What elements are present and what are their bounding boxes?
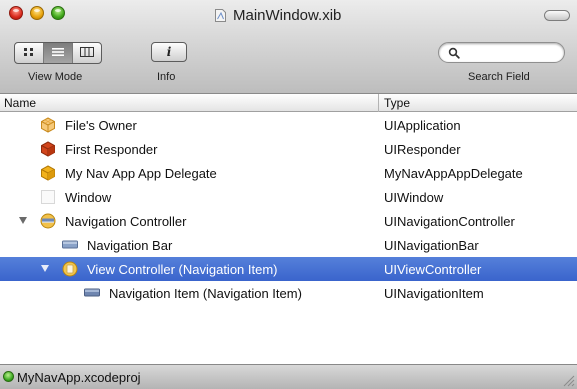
yellow-cube-icon bbox=[40, 165, 56, 181]
column-header-name[interactable]: Name bbox=[4, 96, 36, 110]
project-name[interactable]: MyNavApp.xcodeproj bbox=[17, 370, 141, 385]
cube-outline-icon bbox=[40, 117, 56, 133]
grid-icon bbox=[23, 44, 35, 62]
row-type: UIApplication bbox=[384, 118, 461, 133]
resize-grip-icon[interactable] bbox=[561, 373, 575, 387]
minimize-button[interactable] bbox=[30, 6, 44, 20]
disclosure-triangle-expanded-icon[interactable] bbox=[41, 265, 49, 272]
window-title: MainWindow.xib bbox=[233, 6, 342, 24]
view-mode-icon-button[interactable] bbox=[15, 43, 44, 63]
row-type: UIViewController bbox=[384, 262, 482, 277]
row-type: UINavigationController bbox=[384, 214, 515, 229]
row-name: Navigation Bar bbox=[87, 238, 173, 253]
table-row-first-responder[interactable]: First Responder UIResponder bbox=[0, 137, 577, 161]
search-field-label: Search Field bbox=[468, 71, 530, 83]
red-cube-icon bbox=[40, 141, 56, 157]
close-button[interactable] bbox=[9, 6, 23, 20]
document-outline-table: Name Type File's Owner UIApplication Fir… bbox=[0, 94, 577, 364]
table-row-files-owner[interactable]: File's Owner UIApplication bbox=[0, 113, 577, 137]
search-icon bbox=[448, 46, 460, 59]
info-button[interactable]: i bbox=[151, 42, 187, 62]
view-mode-column-button[interactable] bbox=[73, 43, 101, 63]
row-name: Window bbox=[65, 190, 112, 205]
navigation-bar-icon bbox=[62, 237, 78, 253]
xib-document-icon bbox=[215, 8, 226, 22]
row-type: MyNavAppAppDelegate bbox=[384, 166, 523, 181]
table-header: Name Type bbox=[0, 94, 577, 112]
table-row-view-controller[interactable]: View Controller (Navigation Item) UIView… bbox=[0, 257, 577, 281]
view-mode-label: View Mode bbox=[28, 71, 83, 83]
project-status-icon bbox=[3, 371, 14, 382]
row-name: Navigation Controller bbox=[65, 214, 187, 229]
row-name: View Controller (Navigation Item) bbox=[87, 262, 278, 277]
navigation-controller-icon bbox=[40, 213, 56, 229]
status-bar: MyNavApp.xcodeproj bbox=[0, 364, 577, 389]
columns-icon bbox=[80, 44, 94, 62]
disclosure-triangle-expanded-icon[interactable] bbox=[19, 217, 27, 224]
row-name: File's Owner bbox=[65, 118, 137, 133]
row-name: My Nav App App Delegate bbox=[65, 166, 217, 181]
window-title-area: MainWindow.xib bbox=[215, 6, 341, 24]
view-controller-icon bbox=[62, 261, 78, 277]
row-type: UINavigationBar bbox=[384, 238, 479, 253]
navigation-item-icon bbox=[84, 285, 100, 301]
table-row-navigation-item[interactable]: Navigation Item (Navigation Item) UINavi… bbox=[0, 281, 577, 305]
row-type: UIResponder bbox=[384, 142, 461, 157]
toolbar-toggle-button[interactable] bbox=[544, 10, 570, 21]
column-divider[interactable] bbox=[378, 94, 379, 112]
zoom-button[interactable] bbox=[51, 6, 65, 20]
table-row-navigation-bar[interactable]: Navigation Bar UINavigationBar bbox=[0, 233, 577, 257]
row-name: Navigation Item (Navigation Item) bbox=[109, 286, 302, 301]
search-input[interactable] bbox=[438, 42, 565, 63]
window-icon bbox=[40, 189, 56, 205]
row-type: UIWindow bbox=[384, 190, 444, 205]
table-row-window[interactable]: Window UIWindow bbox=[0, 185, 577, 209]
info-label: Info bbox=[157, 71, 176, 83]
view-mode-control bbox=[14, 42, 102, 64]
info-icon: i bbox=[166, 45, 172, 59]
list-icon bbox=[51, 44, 65, 62]
view-mode-list-button[interactable] bbox=[44, 43, 73, 63]
interface-builder-document-window: MainWindow.xib View Mode i Info Search F… bbox=[0, 0, 577, 389]
table-row-app-delegate[interactable]: My Nav App App Delegate MyNavAppAppDeleg… bbox=[0, 161, 577, 185]
table-row-navigation-controller[interactable]: Navigation Controller UINavigationContro… bbox=[0, 209, 577, 233]
title-bar: MainWindow.xib View Mode i Info Search F… bbox=[0, 0, 577, 94]
row-name: First Responder bbox=[65, 142, 158, 157]
row-type: UINavigationItem bbox=[384, 286, 484, 301]
column-header-type[interactable]: Type bbox=[384, 96, 410, 110]
